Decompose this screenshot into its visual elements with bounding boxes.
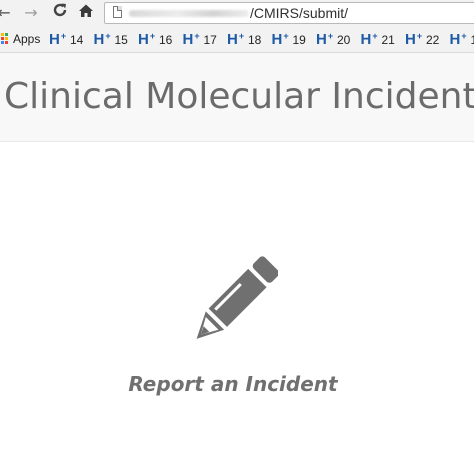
bookmark-label: 1 — [470, 33, 474, 47]
hospital-icon-letter: H — [449, 31, 461, 48]
apps-grid-dot — [5, 37, 8, 40]
hospital-icon-plus: + — [105, 31, 111, 41]
apps-grid-dot — [1, 37, 4, 40]
pencil-icon — [196, 256, 278, 339]
apps-label: Apps — [13, 32, 41, 46]
hospital-icon-plus: + — [149, 31, 156, 41]
site-header: Clinical Molecular Incident — [0, 53, 474, 142]
hospital-icon: H+ — [449, 31, 467, 49]
bookmark-label: 20 — [337, 33, 351, 47]
hospital-icon-letter: H — [316, 31, 327, 48]
reload-icon[interactable] — [50, 2, 70, 22]
bookmarks-bar: Apps H+ 14 H+ 15 H+ 16 H+ 17 H+ 18 H+ 19 H+ 20 H+ 21 H+ 2… — [0, 27, 474, 53]
hospital-icon-plus: + — [283, 31, 289, 41]
home-icon[interactable] — [76, 3, 96, 23]
url-redacted-blur — [129, 10, 249, 17]
url-text: /CMIRS/submit/ — [250, 5, 349, 21]
hospital-icon-plus: + — [60, 31, 67, 41]
hospital-icon-plus: + — [327, 31, 334, 41]
page-title: Clinical Molecular Incident — [4, 76, 474, 117]
hospital-icon-letter: H — [138, 31, 149, 48]
report-incident-link[interactable]: Report an Incident — [120, 250, 346, 410]
hospital-icon: H+ — [405, 31, 423, 49]
hospital-icon: H+ — [138, 31, 156, 49]
browser-toolbar: ← → /CMIRS/submit/ — [0, 0, 474, 27]
apps-grid-dot — [1, 33, 4, 36]
hospital-icon: H+ — [49, 31, 67, 49]
apps-grid-dot — [1, 41, 4, 44]
hospital-icon: H+ — [227, 31, 245, 49]
hospital-icon-plus: + — [238, 31, 245, 41]
bookmark-label: 14 — [70, 33, 84, 47]
hospital-icon-letter: H — [93, 31, 105, 48]
hospital-icon: H+ — [316, 31, 334, 49]
bookmark-label: 19 — [292, 33, 306, 47]
bookmark-label: 18 — [248, 33, 262, 47]
page: ← → /CMIRS/submit/ Apps H+ 14 H+ 15 H+ 16 H+ 17… — [0, 0, 474, 473]
page-icon — [113, 6, 122, 18]
hospital-icon-letter: H — [49, 31, 60, 48]
back-arrow-icon[interactable]: ← — [0, 3, 14, 23]
hospital-icon-plus: + — [461, 31, 467, 41]
hospital-icon: H+ — [360, 31, 378, 49]
hospital-icon-plus: + — [194, 31, 200, 41]
bookmark-label: 17 — [203, 33, 217, 47]
hospital-icon: H+ — [93, 31, 111, 49]
hospital-icon: H+ — [271, 31, 289, 49]
bookmark-label: 21 — [381, 33, 395, 47]
apps-grid-dot — [5, 41, 8, 44]
bookmark-label: 15 — [114, 33, 128, 47]
hospital-icon-letter: H — [271, 31, 283, 48]
forward-arrow-icon[interactable]: → — [21, 3, 41, 23]
report-incident-label: Report an Incident — [128, 372, 338, 396]
apps-grid-dot — [5, 33, 8, 36]
apps-grid-icon — [0, 33, 9, 45]
hospital-icon-plus: + — [416, 31, 423, 41]
bookmark-label: 16 — [159, 33, 173, 47]
address-bar[interactable]: /CMIRS/submit/ — [104, 2, 474, 24]
hospital-icon-letter: H — [360, 31, 372, 48]
hospital-icon-plus: + — [372, 31, 378, 41]
hospital-icon: H+ — [182, 31, 200, 49]
reload-icon-graphic — [53, 3, 67, 17]
hospital-icon-letter: H — [182, 31, 194, 48]
hospital-icon-letter: H — [405, 31, 416, 48]
hospital-icon-letter: H — [227, 31, 238, 48]
bookmark-label: 22 — [426, 33, 440, 47]
home-icon-graphic — [79, 4, 93, 17]
